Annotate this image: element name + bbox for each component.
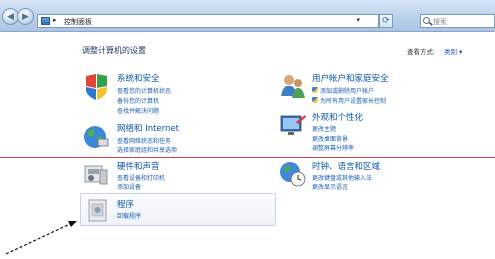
user-accounts-icon[interactable]	[279, 72, 307, 100]
link-homegroup[interactable]: 选择家庭组和共享选项	[117, 145, 177, 154]
programs-icon[interactable]	[84, 196, 112, 224]
clock-globe-icon[interactable]	[279, 160, 307, 188]
forward-button[interactable]: ▶	[17, 8, 34, 25]
breadcrumb-separator[interactable]: ▸	[53, 16, 57, 24]
search-icon	[423, 17, 430, 24]
breadcrumb-control-panel[interactable]: 控制面板	[64, 17, 92, 27]
link-desktop-background[interactable]: 更改桌面背景	[312, 134, 348, 143]
page-title: 调整计算机的设置	[82, 46, 146, 55]
link-change-display-language[interactable]: 更改显示语言	[312, 182, 348, 191]
address-bar[interactable]: ▸ 控制面板 ▾	[37, 14, 379, 28]
appearance-monitor-icon[interactable]	[279, 112, 307, 140]
window-toolbar: ◀ ▶ ▸ 控制面板 ▾ ⟳ 搜索	[0, 0, 495, 32]
link-uninstall-program[interactable]: 卸载程序	[117, 211, 141, 220]
view-by-dropdown[interactable]: 类别	[444, 46, 462, 56]
category-programs[interactable]: 程序	[117, 198, 134, 210]
control-panel-icon	[41, 17, 50, 25]
network-globe-icon[interactable]	[82, 123, 110, 151]
link-backup[interactable]: 备份您的计算机	[117, 96, 159, 105]
category-clock-language-region[interactable]: 时钟、语言和区域	[312, 160, 380, 172]
refresh-icon: ⟳	[382, 16, 390, 26]
link-add-remove-accounts[interactable]: 添加或删除用户帐户	[312, 86, 374, 95]
category-appearance[interactable]: 外观和个性化	[312, 111, 363, 123]
category-network-internet[interactable]: 网络和 Internet	[117, 122, 179, 134]
link-check-status[interactable]: 查看您的计算机状态	[117, 86, 171, 95]
refresh-button[interactable]: ⟳	[379, 14, 393, 28]
category-system-security[interactable]: 系统和安全	[117, 72, 160, 84]
annotation-red-line	[0, 157, 495, 158]
link-change-input-method[interactable]: 更改键盘或其他输入法	[312, 173, 372, 182]
link-parental-controls[interactable]: 为所有用户设置家长控制	[312, 96, 386, 105]
link-devices-printers[interactable]: 查看设备和打印机	[117, 173, 165, 182]
printer-speaker-icon[interactable]	[82, 160, 110, 188]
link-add-device[interactable]: 添加设备	[117, 182, 141, 191]
search-placeholder: 搜索	[433, 18, 447, 26]
link-screen-resolution[interactable]: 调整屏幕分辨率	[312, 143, 354, 152]
link-network-status[interactable]: 查看网络状态和任务	[117, 136, 171, 145]
link-change-theme[interactable]: 更改主题	[312, 124, 336, 133]
system-security-icon[interactable]	[82, 73, 110, 101]
forward-arrow-icon: ▶	[22, 11, 29, 22]
category-user-accounts[interactable]: 用户帐户和家庭安全	[312, 72, 389, 84]
search-input[interactable]: 搜索	[420, 14, 495, 28]
category-hardware-sound[interactable]: 硬件和声音	[117, 160, 160, 172]
back-arrow-icon: ◀	[7, 11, 14, 22]
view-by-label: 查看方式:	[407, 48, 436, 56]
address-dropdown-icon[interactable]: ▾	[356, 16, 360, 24]
link-troubleshoot[interactable]: 查找并解决问题	[117, 106, 159, 115]
